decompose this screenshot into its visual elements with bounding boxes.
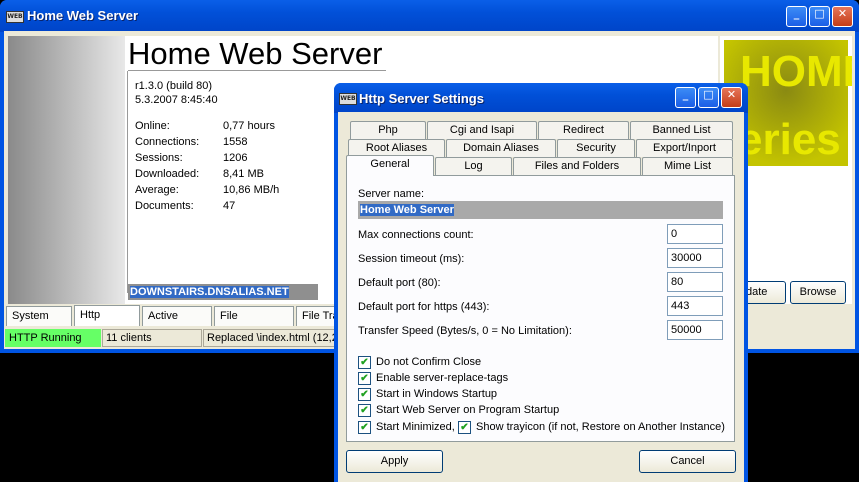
tab-http-server[interactable]: Http Server <box>74 305 140 339</box>
logo-line-1: HOME <box>740 47 852 96</box>
checkbox-label: Do not Confirm Close <box>376 356 482 368</box>
minimize-icon[interactable]: _ <box>786 6 807 27</box>
session-timeout-input[interactable]: 30000 <box>667 248 723 268</box>
stat-label: Connections: <box>135 136 200 148</box>
server-name-value: Home Web Server <box>360 204 454 216</box>
browse-button[interactable]: Browse <box>790 281 846 304</box>
checkbox-label: Start in Windows Startup <box>376 388 498 400</box>
checkbox-label: Start Minimized, <box>376 421 455 433</box>
transfer-speed-input[interactable]: 50000 <box>667 320 723 340</box>
field-label: Session timeout (ms): <box>358 253 465 265</box>
max-connections-input[interactable]: 0 <box>667 224 723 244</box>
checkbox-label: Show trayicon (if not, Restore on Anothe… <box>476 421 725 433</box>
status-clients: 11 clients <box>102 329 202 347</box>
checkbox-start-minimized[interactable]: ✔ <box>358 421 371 434</box>
server-name-label: Server name: <box>358 188 425 200</box>
datetime-text: 5.3.2007 8:45:40 <box>135 94 218 106</box>
checkbox-do-not-confirm-close[interactable]: ✔ <box>358 356 371 369</box>
checkbox-show-trayicon[interactable]: ✔ <box>458 421 471 434</box>
stat-value: 8,41 MB <box>223 168 264 180</box>
tab-general[interactable]: General <box>346 155 434 176</box>
field-label: Max connections count: <box>358 229 474 241</box>
stat-label: Average: <box>135 184 179 196</box>
field-label: Default port for https (443): <box>358 301 490 313</box>
tab-mime-list[interactable]: Mime List <box>642 157 733 175</box>
tab-file-monitoring[interactable]: File Monitoring <box>214 306 294 340</box>
update-button[interactable]: date <box>744 281 786 304</box>
version-text: r1.3.0 (build 80) <box>135 80 213 92</box>
cancel-button[interactable]: Cancel <box>639 450 736 473</box>
checkbox-program-startup[interactable]: ✔ <box>358 404 371 417</box>
tab-files-and-folders[interactable]: Files and Folders <box>513 157 641 175</box>
stat-value: 0,77 hours <box>223 120 275 132</box>
stat-label: Downloaded: <box>135 168 200 180</box>
tab-domain-aliases[interactable]: Domain Aliases <box>446 139 556 157</box>
status-state: HTTP Running <box>5 329 101 347</box>
gradient-bar <box>8 36 125 304</box>
dialog-title: Http Server Settings <box>359 91 484 106</box>
stat-label: Documents: <box>135 200 194 212</box>
field-label: Transfer Speed (Bytes/s, 0 = No Limitati… <box>358 325 572 337</box>
stat-value: 1558 <box>223 136 248 148</box>
app-heading: Home Web Server <box>128 36 383 71</box>
maximize-icon[interactable]: □ <box>809 6 830 27</box>
tab-system-log[interactable]: System Log <box>6 306 72 340</box>
close-icon[interactable]: ✕ <box>832 6 853 27</box>
minimize-icon[interactable]: _ <box>675 87 696 108</box>
web-app-icon: WEB <box>6 11 24 23</box>
stat-label: Online: <box>135 120 170 132</box>
maximize-icon[interactable]: □ <box>698 87 719 108</box>
tab-log[interactable]: Log <box>435 157 512 175</box>
checkbox-label: Start Web Server on Program Startup <box>376 404 560 416</box>
tab-file-transfers[interactable]: File Tra <box>296 306 336 326</box>
stat-value: 47 <box>223 200 236 212</box>
checkbox-label: Enable server-replace-tags <box>376 372 509 384</box>
tab-export-inport[interactable]: Export/Inport <box>636 139 733 157</box>
checkbox-enable-replace-tags[interactable]: ✔ <box>358 372 371 385</box>
https-port-input[interactable]: 443 <box>667 296 723 316</box>
main-window-title: Home Web Server <box>27 8 139 23</box>
close-icon[interactable]: ✕ <box>721 87 742 108</box>
default-port-input[interactable]: 80 <box>667 272 723 292</box>
field-label: Default port (80): <box>358 277 441 289</box>
apply-button[interactable]: Apply <box>346 450 443 473</box>
logo-line-2: eries <box>738 115 841 164</box>
server-name-input[interactable]: Home Web Server <box>358 201 723 219</box>
stat-value: 10,86 MB/h <box>223 184 280 196</box>
checkbox-windows-startup[interactable]: ✔ <box>358 388 371 401</box>
stat-value: 1206 <box>223 152 248 164</box>
tab-redirect[interactable]: Redirect <box>538 121 629 139</box>
hostname-field[interactable]: DOWNSTAIRS.DNSALIAS.NET <box>128 284 318 300</box>
hostname-text: DOWNSTAIRS.DNSALIAS.NET <box>130 286 289 298</box>
web-app-icon: WEB <box>339 93 357 105</box>
tab-security[interactable]: Security <box>557 139 635 157</box>
tab-banned-list[interactable]: Banned List <box>630 121 733 139</box>
tab-php[interactable]: Php <box>350 121 426 139</box>
status-message: Replaced \index.html (12,2 <box>203 329 343 347</box>
tab-cgi-isapi[interactable]: Cgi and Isapi <box>427 121 537 139</box>
tab-active-users[interactable]: Active Users <box>142 306 212 340</box>
stat-label: Sessions: <box>135 152 183 164</box>
